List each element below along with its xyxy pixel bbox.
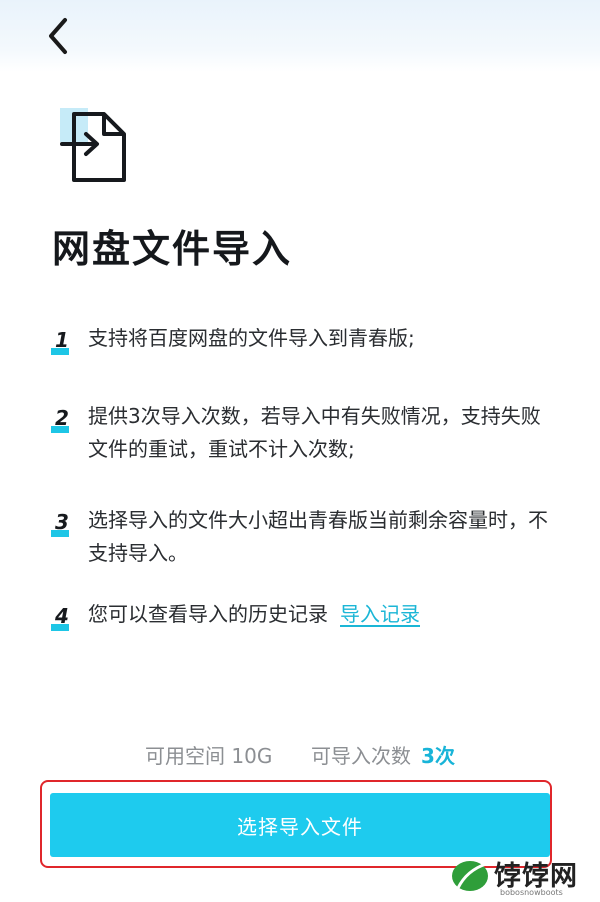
top-bar: [0, 0, 600, 72]
watermark: 饽饽网 bobosnowboots: [448, 852, 598, 900]
rule-number: 3: [50, 510, 76, 540]
rule-number: 4: [50, 604, 76, 634]
back-button[interactable]: [36, 14, 80, 58]
import-history-link[interactable]: 导入记录: [340, 602, 420, 626]
leaf-logo-icon: [452, 861, 488, 891]
rule-text: 支持将百度网盘的文件导入到青春版;: [88, 326, 415, 350]
count-value: 3次: [421, 744, 455, 768]
rule-number: 2: [50, 406, 76, 436]
rule-text: 提供3次导入次数，若导入中有失败情况，支持失败文件的重试，重试不计入次数;: [88, 404, 541, 461]
rule-text-content: 您可以查看导入的历史记录: [88, 602, 328, 626]
chevron-left-icon: [49, 18, 67, 54]
file-import-icon: [60, 108, 126, 182]
rule-text: 您可以查看导入的历史记录 导入记录: [88, 598, 558, 631]
page-title: 网盘文件导入: [52, 227, 293, 271]
rule-number: 1: [50, 328, 76, 358]
select-import-file-button[interactable]: 选择导入文件: [50, 793, 550, 857]
space-label: 可用空间: [145, 744, 226, 768]
count-label: 可导入次数: [311, 744, 412, 768]
rule-text: 选择导入的文件大小超出青春版当前剩余容量时，不支持导入。: [88, 508, 548, 565]
watermark-subtext: bobosnowboots: [500, 888, 563, 897]
space-value: 10G: [231, 744, 273, 768]
quota-info: 可用空间 10G 可导入次数 3次: [0, 740, 600, 769]
